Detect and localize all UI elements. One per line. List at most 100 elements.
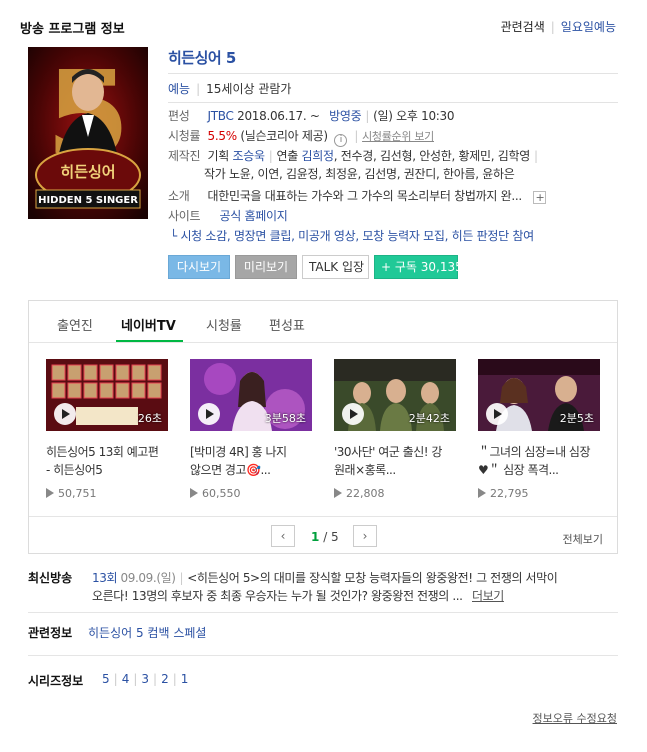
sunday-variety-link[interactable]: 일요일예능 [561, 20, 616, 34]
site-row: 사이트 공식 홈페이지 [168, 207, 288, 225]
staff-row: 제작진 기획 조승욱 | 연출 김희정, 전수경, 김선형, 안성한, 황제민, 김… [168, 149, 538, 163]
staff-link-director[interactable]: 김희정 [302, 149, 335, 163]
section-header: 방송 프로그램 정보 관련검색 | 일요일예능 [20, 18, 620, 38]
related-search-link[interactable]: 관련검색 [501, 20, 545, 34]
rewatch-button[interactable]: 다시보기 [168, 255, 230, 279]
current-page: 1 [311, 530, 320, 544]
talk-button[interactable]: TALK 입장 [302, 255, 369, 279]
view-count-value: 50,751 [58, 487, 97, 500]
title-line: [박미경 4R] 홍 나지 [190, 445, 287, 459]
prev-page-button[interactable]: ‹ [271, 525, 295, 547]
series-link-4[interactable]: 4 [122, 672, 130, 686]
header-links: 관련검색 | 일요일예능 [500, 20, 616, 34]
info-icon[interactable]: i [334, 134, 348, 147]
play-icon [486, 403, 508, 425]
official-site-link[interactable]: 공식 홈페이지 [220, 209, 288, 223]
schedule-label: 편성 [168, 109, 190, 123]
schedule-row: 편성 JTBC 2018.06.17. ~ 방영중 | (일) 오후 10:30 [168, 109, 455, 123]
series-label: 시리즈정보 [28, 674, 84, 688]
svg-text:히든싱어: 히든싱어 [60, 163, 115, 181]
view-count: 50,751 [46, 487, 97, 500]
tab-schedule[interactable]: 편성표 [269, 315, 305, 334]
video-duration: 2분42초 [408, 412, 450, 425]
title-line: 않으면 경고🎯... [190, 463, 271, 477]
view-all-link[interactable]: 전체보기 [563, 531, 603, 547]
video-title[interactable]: 히든싱어5 13회 예고편 - 히든싱어5 [46, 443, 168, 479]
view-count: 22,808 [334, 487, 385, 500]
staff-link-planner[interactable]: 조승욱 [233, 149, 266, 163]
episode-summary: 오른다! 13명의 후보자 중 최종 우승자는 누가 될 것인가? 왕중왕전 전… [92, 589, 463, 603]
view-count: 60,550 [190, 487, 241, 500]
video-thumbnail[interactable]: 3분58초 [190, 359, 312, 431]
rating-rank-link[interactable]: 시청률순위 보기 [362, 130, 434, 143]
video-duration: 2분5초 [559, 412, 594, 425]
more-link[interactable]: 더보기 [472, 589, 504, 603]
subscribe-button[interactable]: + 구독 30,135 [374, 255, 463, 279]
expand-icon[interactable]: + [533, 191, 547, 204]
genre-link[interactable]: 예능 [168, 82, 190, 96]
video-duration: 3분58초 [264, 412, 306, 425]
site-label: 사이트 [168, 209, 201, 223]
tab-ratings[interactable]: 시청률 [206, 315, 242, 334]
title-line: '30사단' 여군 출신! 강 [334, 445, 442, 459]
report-error-link[interactable]: 정보오류 수정요청 [533, 710, 617, 726]
series-link-3[interactable]: 3 [141, 672, 149, 686]
pagination: ‹ 1 / 5 › 전체보기 [29, 516, 617, 554]
series-link-2[interactable]: 2 [161, 672, 169, 686]
series-link-5[interactable]: 5 [102, 672, 110, 686]
series-link-1[interactable]: 1 [181, 672, 189, 686]
episode-summary: <히든싱어 5>의 대미를 장식할 모창 능력자들의 왕중왕전! 그 전쟁의 서… [187, 571, 558, 585]
tab-navertv[interactable]: 네이버TV [121, 315, 176, 334]
program-poster[interactable]: 5 히든싱어 HIDDEN 5 SINGER [28, 47, 148, 219]
latest-label: 최신방송 [28, 571, 73, 585]
video-duration: 26초 [137, 412, 162, 425]
video-title[interactable]: [박미경 4R] 홍 나지않으면 경고🎯... [190, 443, 312, 479]
intro-label: 소개 [168, 189, 190, 203]
play-count-icon [190, 488, 198, 498]
video-title[interactable]: '30사단' 여군 출신! 강원래×홍록... [334, 443, 456, 479]
poster-image: 5 히든싱어 HIDDEN 5 SINGER [28, 47, 148, 219]
divider [168, 102, 618, 103]
program-title[interactable]: 히든싱어 5 [168, 47, 236, 68]
play-count-icon [46, 488, 54, 498]
site-sublinks[interactable]: └ 시청 소감, 명장면 클립, 미공개 영상, 모창 능력자 모집, 히든 판… [170, 227, 534, 245]
genre-row: 예능 | 15세이상 관람가 [168, 82, 292, 96]
title-line: - 히든싱어5 [46, 463, 103, 477]
age-rating: 15세이상 관람가 [206, 82, 292, 96]
view-count-value: 22,808 [346, 487, 385, 500]
next-page-button[interactable]: › [353, 525, 377, 547]
tab-cast[interactable]: 출연진 [57, 315, 93, 334]
play-icon [54, 403, 76, 425]
staff-names: , 전수경, 김선형, 안성한, 황제민, 김학영 [333, 149, 531, 163]
episode-link[interactable]: 13회 [92, 571, 118, 585]
video-thumbnail[interactable]: 26초 [46, 359, 168, 431]
episode-date: 09.09.(일) [120, 571, 176, 585]
preview-button[interactable]: 미리보기 [235, 255, 297, 279]
audience-source: (닐슨코리아 제공) [240, 129, 328, 143]
staff-writers: 작가 노윤, 이연, 김윤정, 최정윤, 김선명, 권잔디, 한아름, 윤하은 [204, 167, 515, 181]
intro-text: 대한민국을 대표하는 가수와 그 가수의 목소리부터 창법까지 완... [207, 189, 523, 203]
latest-broadcast: 최신방송 13회 09.09.(일) | <히든싱어 5>의 대미를 장식할 모창 … [28, 571, 558, 603]
divider [28, 612, 618, 613]
video-thumbnail[interactable]: 2분5초 [478, 359, 600, 431]
video-title[interactable]: ＂그녀의 심장=내 심장 ♥＂ 심장 폭격... [478, 443, 600, 479]
air-time: (일) 오후 10:30 [373, 109, 455, 123]
related-info: 관련정보 히든싱어 5 컴백 스페셜 [28, 624, 618, 644]
related-label: 관련정보 [28, 626, 73, 640]
intro-row: 소개 대한민국을 대표하는 가수와 그 가수의 목소리부터 창법까지 완... … [168, 187, 547, 205]
title-line: 히든싱어5 13회 예고편 [46, 445, 159, 459]
start-date: 2018.06.17. ~ [237, 109, 320, 123]
title-line: ＂그녀의 심장=내 심장 [478, 445, 591, 459]
staff-role: 연출 [276, 149, 299, 163]
title-line: 원래×홍록... [334, 463, 396, 477]
staff-role: 기획 [207, 149, 230, 163]
audience-label: 시청률 [168, 129, 201, 143]
related-link[interactable]: 히든싱어 5 컴백 스페셜 [88, 624, 206, 641]
tab-bar: 출연진 네이버TV 시청률 편성표 [29, 301, 617, 343]
video-thumbnail[interactable]: 2분42초 [334, 359, 456, 431]
audience-value: 5.5% [207, 129, 238, 143]
page-indicator: 1 / 5 [311, 530, 339, 544]
series-info: 시리즈정보 5 | 4 | 3 | 2 | 1 [28, 672, 189, 688]
channel-link[interactable]: JTBC [208, 109, 234, 123]
view-count: 22,795 [478, 487, 529, 500]
